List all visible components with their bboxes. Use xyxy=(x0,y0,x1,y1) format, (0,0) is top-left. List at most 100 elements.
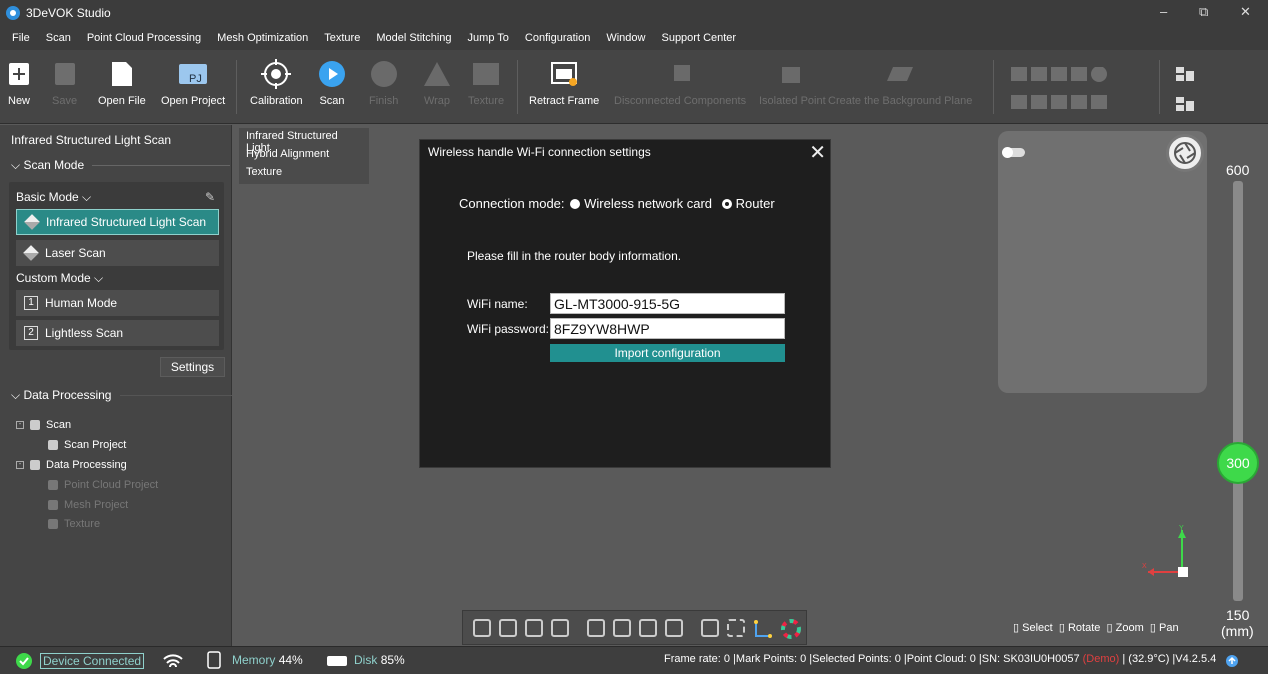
layout-icons[interactable] xyxy=(1176,67,1194,113)
close-button[interactable]: ✕ xyxy=(1240,4,1251,20)
tree-mesh-project[interactable]: Mesh Project xyxy=(48,499,128,511)
distance-slider[interactable] xyxy=(1233,181,1243,601)
open-file-button[interactable]: Open File xyxy=(98,56,146,107)
scan-mode-section[interactable]: ⌵ Scan Mode xyxy=(11,158,84,173)
infrared-scan-button[interactable]: Infrared Structured Light Scan xyxy=(16,209,219,235)
shutter-icon[interactable] xyxy=(1166,134,1204,172)
calibration-button[interactable]: Calibration xyxy=(250,56,303,107)
wifi-password-label: WiFi password: xyxy=(467,322,550,336)
mouse-icon: ▯ xyxy=(1058,622,1065,634)
human-mode-button[interactable]: 1 Human Mode xyxy=(16,290,219,316)
update-icon[interactable] xyxy=(1226,655,1238,667)
menu-model-stitching[interactable]: Model Stitching xyxy=(368,32,459,44)
mouse-help: ▯ Select ▯ Rotate ▯ Zoom ▯ Pan xyxy=(1013,622,1179,634)
background-plane-button[interactable]: Create the Background Plane xyxy=(828,56,972,107)
tree-scan[interactable]: - Scan xyxy=(16,419,71,431)
scan-type-dropdown: Infrared Structured Light Hybrid Alignme… xyxy=(239,128,369,184)
save-button[interactable]: Save xyxy=(52,56,77,107)
scan-button[interactable]: Scan xyxy=(318,56,346,107)
disconnected-components-button[interactable]: Disconnected Components xyxy=(614,56,746,107)
menu-scan[interactable]: Scan xyxy=(38,32,79,44)
color-wheel-icon[interactable] xyxy=(781,619,801,639)
settings-button[interactable]: Settings xyxy=(160,357,225,377)
menu-configuration[interactable]: Configuration xyxy=(517,32,598,44)
maximize-button[interactable]: ⧉ xyxy=(1199,4,1208,20)
menu-support-center[interactable]: Support Center xyxy=(653,32,744,44)
dialog-close-button[interactable]: ✕ xyxy=(809,140,826,165)
edit-icon[interactable]: ✎ xyxy=(205,190,215,204)
slider-max-label: 600 xyxy=(1226,162,1250,178)
minimize-button[interactable]: – xyxy=(1160,4,1167,19)
disk-icon xyxy=(327,656,347,666)
wifi-name-field[interactable]: GL-MT3000-915-5G xyxy=(550,293,785,314)
menu-jump-to[interactable]: Jump To xyxy=(460,32,517,44)
wifi-icon xyxy=(163,654,183,668)
wifi-name-label: WiFi name: xyxy=(467,297,528,311)
check-circle-icon xyxy=(16,653,32,669)
view-cube-icon[interactable] xyxy=(525,619,543,637)
tree-point-cloud-project[interactable]: Point Cloud Project xyxy=(48,479,158,491)
menu-window[interactable]: Window xyxy=(598,32,653,44)
laser-scan-button[interactable]: Laser Scan xyxy=(16,240,219,266)
basic-mode-toggle[interactable]: Basic Mode ⌵ xyxy=(16,190,91,205)
dialog-title: Wireless handle Wi-Fi connection setting… xyxy=(428,145,651,159)
ellipse-select-icon[interactable] xyxy=(727,619,745,637)
data-processing-section[interactable]: ⌵ Data Processing xyxy=(11,388,111,403)
menu-texture[interactable]: Texture xyxy=(316,32,368,44)
isolated-point-button[interactable]: Isolated Point xyxy=(759,56,826,107)
connection-mode-row: Connection mode: Wireless network card R… xyxy=(459,196,775,211)
visibility-icon[interactable] xyxy=(551,619,569,637)
import-configuration-button[interactable]: Import configuration xyxy=(550,344,785,362)
slider-knob[interactable]: 300 xyxy=(1217,442,1259,484)
focus-icon[interactable] xyxy=(499,619,517,637)
tree-scan-project[interactable]: Scan Project xyxy=(48,439,126,451)
dropdown-item-infrared[interactable]: Infrared Structured Light xyxy=(239,128,369,154)
film-frame-icon xyxy=(551,62,578,86)
radio-router[interactable] xyxy=(721,199,732,209)
lasso-icon[interactable] xyxy=(701,619,719,637)
finish-button[interactable]: Finish xyxy=(369,56,398,107)
project-icon-label: PJ xyxy=(189,73,202,85)
window-title: 3DeVOK Studio xyxy=(26,6,111,20)
isolated-point-icon xyxy=(782,67,801,83)
dropdown-item-hybrid[interactable]: Hybrid Alignment xyxy=(239,146,369,164)
preview-toggle[interactable] xyxy=(1002,147,1025,158)
project-icon xyxy=(48,440,58,450)
mouse-icon: ▯ xyxy=(1013,622,1020,634)
disk-usage: Disk 85% xyxy=(354,653,405,667)
wifi-password-field[interactable]: 8FZ9YW8HWP xyxy=(550,318,785,339)
tree-texture[interactable]: Texture xyxy=(48,518,100,530)
mouse-icon: ▯ xyxy=(1149,622,1156,634)
texture-icon xyxy=(48,519,58,529)
retract-frame-button[interactable]: Retract Frame xyxy=(529,56,599,107)
view-tools-icons[interactable] xyxy=(1011,67,1121,115)
collapse-icon[interactable]: - xyxy=(16,421,24,429)
delete-icon[interactable] xyxy=(665,619,683,637)
fit-view-icon[interactable] xyxy=(473,619,491,637)
wifi-settings-dialog: Wireless handle Wi-Fi connection setting… xyxy=(419,139,831,468)
texture-button[interactable]: Texture xyxy=(468,56,504,107)
scan-icon xyxy=(30,420,40,430)
memory-usage: Memory 44% xyxy=(232,653,303,667)
status-info: Frame rate: 0 |Mark Points: 0 |Selected … xyxy=(664,653,1217,665)
radio-wireless-card[interactable] xyxy=(570,199,581,209)
components-icon xyxy=(674,65,691,81)
device-status[interactable]: Device Connected xyxy=(40,653,145,669)
mouse-icon: ▯ xyxy=(1106,622,1113,634)
axis-tool-icon[interactable] xyxy=(753,619,773,639)
menu-file[interactable]: File xyxy=(4,32,38,44)
select-all-icon[interactable] xyxy=(587,619,605,637)
open-project-button[interactable]: PJ Open Project xyxy=(161,56,225,107)
tree-data-processing[interactable]: - Data Processing xyxy=(16,459,127,471)
lightless-scan-button[interactable]: 2 Lightless Scan xyxy=(16,320,219,346)
toolbar: New Save Open File PJ Open Project Calib… xyxy=(0,50,1268,124)
invert-selection-icon[interactable] xyxy=(639,619,657,637)
menu-point-cloud[interactable]: Point Cloud Processing xyxy=(79,32,209,44)
collapse-icon[interactable]: - xyxy=(16,461,24,469)
menu-mesh-optimization[interactable]: Mesh Optimization xyxy=(209,32,316,44)
deselect-icon[interactable] xyxy=(613,619,631,637)
custom-mode-toggle[interactable]: Custom Mode ⌵ xyxy=(16,271,103,286)
dropdown-item-texture[interactable]: Texture xyxy=(239,164,369,182)
wrap-button[interactable]: Wrap xyxy=(423,56,451,107)
new-button[interactable]: New xyxy=(8,56,30,107)
